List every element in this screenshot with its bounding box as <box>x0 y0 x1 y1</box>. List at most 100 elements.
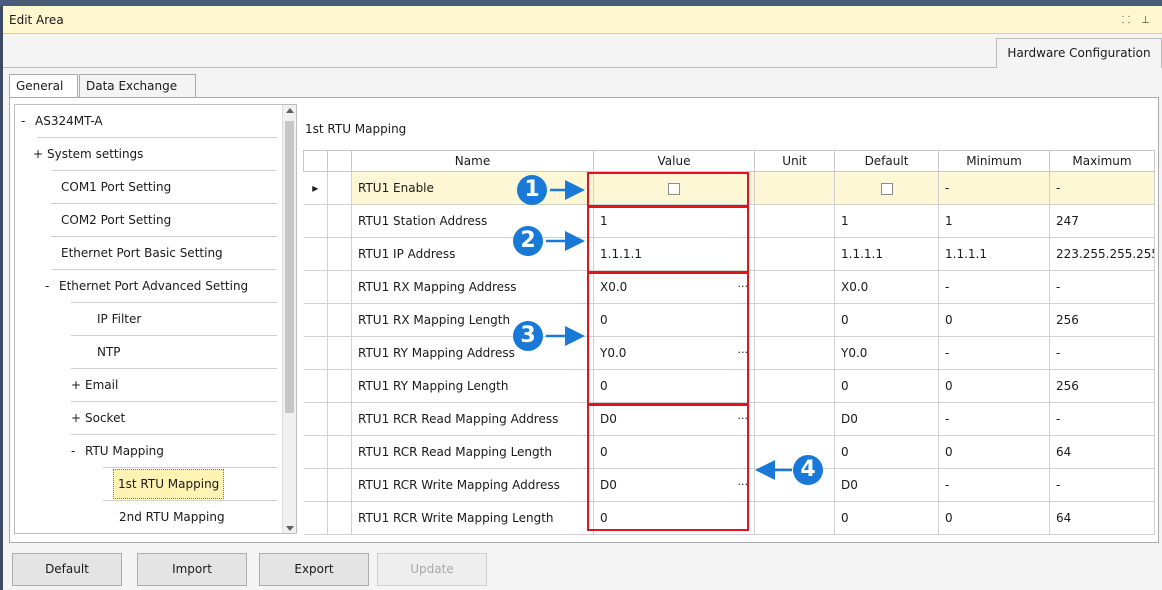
cell-value[interactable]: X0.0 ··· <box>593 270 755 304</box>
table-row[interactable]: RTU1 IP Address 1.1.1.1 1.1.1.1 1.1.1.1 … <box>303 237 1155 271</box>
cell-value[interactable]: Y0.0 ··· <box>593 336 755 370</box>
expand-icon[interactable]: + <box>71 369 85 401</box>
table-row[interactable]: RTU1 RCR Read Mapping Length 0 0 0 64 <box>303 435 1155 469</box>
collapse-icon[interactable]: - <box>71 435 85 467</box>
general-panel: - AS324MT-A + System settings COM1 Port Se… <box>9 97 1159 543</box>
cell-name: RTU1 RCR Read Mapping Address <box>351 402 594 436</box>
cell-value[interactable]: 1 <box>593 204 755 238</box>
expand-icon[interactable]: + <box>33 138 47 170</box>
column-header-minimum[interactable]: Minimum <box>938 150 1050 172</box>
cell-default: 1 <box>834 204 939 238</box>
tab-hardware-configuration[interactable]: Hardware Configuration <box>996 38 1162 68</box>
collapse-icon[interactable]: - <box>21 105 35 137</box>
cell-maximum: 64 <box>1049 501 1155 535</box>
tree-item-system-settings[interactable]: + System settings <box>33 138 143 171</box>
tree-item-com1-port-setting[interactable]: COM1 Port Setting <box>61 171 171 204</box>
tree-item-ip-filter[interactable]: IP Filter <box>97 303 141 336</box>
cell-value[interactable]: 1.1.1.1 <box>593 237 755 271</box>
expand-icon[interactable]: + <box>71 402 85 434</box>
table-row[interactable]: RTU1 RCR Read Mapping Address D0 ··· D0 -… <box>303 402 1155 436</box>
collapse-icon[interactable]: - <box>45 270 59 302</box>
cell-value[interactable] <box>593 171 755 205</box>
table-row[interactable]: RTU1 RY Mapping Address Y0.0 ··· Y0.0 - - <box>303 336 1155 370</box>
column-header-value[interactable]: Value <box>593 150 755 172</box>
tree-item-2nd-rtu-mapping[interactable]: 2nd RTU Mapping <box>119 501 225 533</box>
cell-name: RTU1 RY Mapping Address <box>351 336 594 370</box>
column-header-unit[interactable]: Unit <box>754 150 835 172</box>
tree-item-1st-rtu-mapping[interactable]: 1st RTU Mapping <box>113 468 225 501</box>
cell-unit <box>754 171 835 205</box>
cell-unit <box>754 204 835 238</box>
tree-scrollbar[interactable] <box>282 105 296 533</box>
ellipsis-button[interactable]: ··· <box>738 478 749 491</box>
tab-general[interactable]: General <box>9 74 78 98</box>
cell-name: RTU1 Station Address <box>351 204 594 238</box>
tree-item-socket[interactable]: + Socket <box>71 402 125 435</box>
tree-item-label: COM1 Port Setting <box>61 180 172 194</box>
table-row[interactable]: RTU1 RCR Write Mapping Length 0 0 0 64 <box>303 501 1155 535</box>
cell-maximum: 256 <box>1049 369 1155 403</box>
tree-item-label: RTU Mapping <box>85 444 164 458</box>
import-button[interactable]: Import <box>137 553 247 586</box>
cell-value[interactable]: 0 <box>593 501 755 535</box>
tree-item-label: Socket <box>85 411 126 425</box>
cell-maximum: - <box>1049 270 1155 304</box>
cell-name: RTU1 RX Mapping Length <box>351 303 594 337</box>
cell-minimum: - <box>938 270 1050 304</box>
default-checkbox <box>880 182 893 195</box>
tree-item-com2-port-setting[interactable]: COM2 Port Setting <box>61 204 171 237</box>
cell-minimum: 0 <box>938 435 1050 469</box>
update-button[interactable]: Update <box>377 553 487 586</box>
cell-maximum: 256 <box>1049 303 1155 337</box>
cell-default: 0 <box>834 369 939 403</box>
cell-maximum: 64 <box>1049 435 1155 469</box>
pin-icon[interactable]: ⸬ ⊥ <box>1122 12 1154 26</box>
cell-minimum: 0 <box>938 369 1050 403</box>
cell-name: RTU1 RY Mapping Length <box>351 369 594 403</box>
ellipsis-button[interactable]: ··· <box>738 280 749 293</box>
table-row[interactable]: RTU1 RX Mapping Address X0.0 ··· X0.0 - - <box>303 270 1155 304</box>
tab-data-exchange[interactable]: Data Exchange <box>79 74 196 98</box>
rtu1-enable-checkbox[interactable] <box>668 182 680 195</box>
ellipsis-button[interactable]: ··· <box>738 346 749 359</box>
cell-value-text: Y0.0 <box>600 346 627 360</box>
tree-item-label: Ethernet Port Advanced Setting <box>59 279 249 293</box>
tree-item-rtu-mapping[interactable]: - RTU Mapping <box>71 435 164 468</box>
section-title: 1st RTU Mapping <box>305 122 407 136</box>
cell-value[interactable]: D0 ··· <box>593 402 755 436</box>
scroll-down-icon[interactable] <box>286 526 294 531</box>
table-row[interactable]: ▸ RTU1 Enable - - <box>303 171 1155 205</box>
scroll-up-icon[interactable] <box>286 108 294 113</box>
default-button[interactable]: Default <box>12 553 122 586</box>
ellipsis-button[interactable]: ··· <box>738 412 749 425</box>
table-row[interactable]: RTU1 Station Address 1 1 1 247 <box>303 204 1155 238</box>
scrollbar-thumb[interactable] <box>285 121 294 413</box>
cell-value[interactable]: 0 <box>593 369 755 403</box>
cell-value[interactable]: D0 ··· <box>593 468 755 502</box>
cell-unit <box>754 270 835 304</box>
tree-item-label: System settings <box>47 147 144 161</box>
cell-default: 0 <box>834 435 939 469</box>
tree-item-email[interactable]: + Email <box>71 369 118 402</box>
column-header-default[interactable]: Default <box>834 150 939 172</box>
tree-item-ethernet-port-basic-setting[interactable]: Ethernet Port Basic Setting <box>61 237 223 270</box>
callout-2: 2 <box>513 226 543 256</box>
cell-default <box>834 171 939 205</box>
cell-name: RTU1 IP Address <box>351 237 594 271</box>
column-header-name[interactable]: Name <box>351 150 594 172</box>
table-row[interactable]: RTU1 RY Mapping Length 0 0 0 256 <box>303 369 1155 403</box>
tree-item-as324mt-a[interactable]: - AS324MT-A <box>21 105 103 138</box>
cell-unit <box>754 402 835 436</box>
table-row[interactable]: RTU1 RX Mapping Length 0 0 0 256 <box>303 303 1155 337</box>
cell-value[interactable]: 0 <box>593 303 755 337</box>
column-header-maximum[interactable]: Maximum <box>1049 150 1155 172</box>
cell-value[interactable]: 0 <box>593 435 755 469</box>
cell-maximum: - <box>1049 468 1155 502</box>
tree-item-ntp[interactable]: NTP <box>97 336 121 369</box>
tree-item-label: COM2 Port Setting <box>61 213 172 227</box>
export-button[interactable]: Export <box>259 553 369 586</box>
tree-item-ethernet-port-advanced-setting[interactable]: - Ethernet Port Advanced Setting <box>45 270 248 303</box>
table-row[interactable]: RTU1 RCR Write Mapping Address D0 ··· D0 … <box>303 468 1155 502</box>
window-title: Edit Area <box>9 13 64 27</box>
tree-item-label: AS324MT-A <box>35 114 103 128</box>
